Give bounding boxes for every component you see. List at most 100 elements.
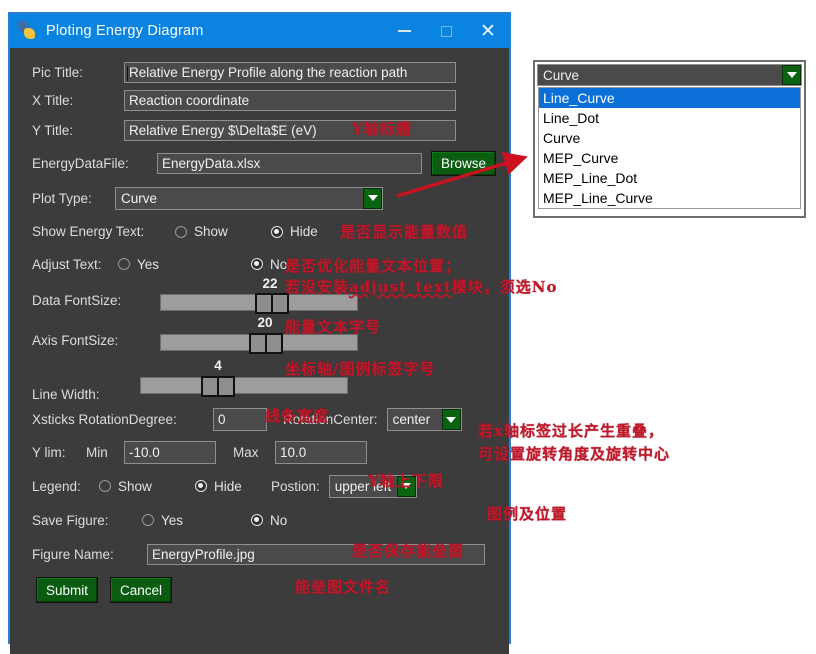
row-save-figure: Save Figure: Yes No <box>10 503 509 537</box>
rotation-center-value: center <box>393 412 431 427</box>
annotation-rotation-1: 若x轴标签过长产生重叠， <box>478 420 664 441</box>
dropdown-selected-field[interactable]: Curve <box>537 64 802 86</box>
window-controls: ✕ <box>383 14 509 48</box>
dropdown-option-mep-line-dot[interactable]: MEP_Line_Dot <box>539 168 800 188</box>
radio-label: Show <box>194 224 228 239</box>
submit-button[interactable]: Submit <box>36 577 98 603</box>
row-axis-fontsize: Axis FontSize: 20 <box>10 320 509 361</box>
dropdown-option-mep-line-curve[interactable]: MEP_Line_Curve <box>539 188 800 208</box>
annotation-show-energy-text: 是否显示能量数值 <box>340 221 468 242</box>
row-xsticks-rotation: Xsticks RotationDegree: 0 RotationCenter… <box>10 403 509 436</box>
show-energy-text-radio-hide[interactable]: Hide <box>271 224 318 239</box>
dropdown-option-list[interactable]: Line_Curve Line_Dot Curve MEP_Curve MEP_… <box>538 87 801 209</box>
pointer-arrow-icon <box>395 150 535 200</box>
data-fontsize-label: Data FontSize: <box>32 293 154 308</box>
figure-name-label: Figure Name: <box>32 547 147 562</box>
data-fontsize-value: 22 <box>255 276 285 291</box>
radio-indicator <box>271 226 283 238</box>
line-width-slider[interactable] <box>140 377 348 394</box>
settings-form: Pic Title: Relative Energy Profile along… <box>10 48 509 654</box>
pic-title-label: Pic Title: <box>32 65 124 80</box>
xsticks-rotation-input[interactable]: 0 <box>213 408 267 431</box>
radio-indicator <box>251 514 263 526</box>
dropdown-option-line-dot[interactable]: Line_Dot <box>539 108 800 128</box>
legend-label: Legend: <box>32 479 99 494</box>
radio-label: Hide <box>214 479 242 494</box>
annotation-y-title: Y轴标题 <box>352 118 412 139</box>
axis-fontsize-value: 20 <box>250 315 280 330</box>
axis-fontsize-label: Axis FontSize: <box>32 333 154 348</box>
save-figure-label: Save Figure: <box>32 513 142 528</box>
adjust-text-radio-no[interactable]: No <box>251 257 287 272</box>
radio-indicator <box>99 480 111 492</box>
row-pic-title: Pic Title: Relative Energy Profile along… <box>10 58 509 86</box>
title-bar: Ploting Energy Diagram ✕ <box>10 14 509 48</box>
chevron-down-icon[interactable] <box>782 65 801 85</box>
annotation-data-fontsize: 能量文本字号 <box>285 316 381 337</box>
plot-type-combobox[interactable]: Curve <box>115 187 383 210</box>
pic-title-input[interactable]: Relative Energy Profile along the reacti… <box>124 62 456 83</box>
radio-label: Show <box>118 479 152 494</box>
y-lim-min-input[interactable]: -10.0 <box>124 441 216 464</box>
annotation-rotation-2: 可设置旋转角度及旋转中心 <box>478 443 670 464</box>
maximize-button[interactable] <box>425 14 467 48</box>
radio-label: Yes <box>137 257 159 272</box>
annotation-legend: 图例及位置 <box>487 503 567 524</box>
y-lim-label: Y lim: <box>32 445 86 460</box>
plot-type-dropdown-popup[interactable]: Curve Line_Curve Line_Dot Curve MEP_Curv… <box>533 60 806 218</box>
y-lim-max-input[interactable]: 10.0 <box>275 441 367 464</box>
x-title-input[interactable]: Reaction coordinate <box>124 90 456 111</box>
rotation-center-combobox[interactable]: center <box>387 408 462 431</box>
adjust-text-label: Adjust Text: <box>32 257 118 272</box>
cancel-button[interactable]: Cancel <box>110 577 172 603</box>
annotation-line-width: 线条宽度 <box>265 405 329 426</box>
close-button[interactable]: ✕ <box>467 14 509 48</box>
dropdown-option-mep-curve[interactable]: MEP_Curve <box>539 148 800 168</box>
adjust-text-radio-yes[interactable]: Yes <box>118 257 251 272</box>
dropdown-option-line-curve[interactable]: Line_Curve <box>539 88 800 108</box>
energy-data-file-input[interactable]: EnergyData.xlsx <box>157 153 422 174</box>
radio-indicator <box>118 258 130 270</box>
y-lim-max-label: Max <box>233 445 275 460</box>
annotation-adjust-text-2b: adjust_text <box>349 278 452 296</box>
radio-indicator <box>195 480 207 492</box>
show-energy-text-radio-show[interactable]: Show <box>175 224 271 239</box>
radio-label: Yes <box>161 513 183 528</box>
radio-indicator <box>251 258 263 270</box>
dropdown-option-curve[interactable]: Curve <box>539 128 800 148</box>
dropdown-selected-value: Curve <box>543 68 579 83</box>
row-y-title: Y Title: Relative Energy $\Delta$E (eV) <box>10 115 509 145</box>
save-figure-radio-no[interactable]: No <box>251 513 287 528</box>
row-action-buttons: Submit Cancel <box>10 572 509 608</box>
y-lim-min-label: Min <box>86 445 124 460</box>
radio-label: No <box>270 513 287 528</box>
line-width-slider-thumb[interactable] <box>201 376 235 397</box>
save-figure-radio-yes[interactable]: Yes <box>142 513 251 528</box>
annotation-figure-name: 能垒图文件名 <box>295 576 391 597</box>
radio-indicator <box>142 514 154 526</box>
annotation-y-lim: Y轴上下限 <box>368 470 444 491</box>
x-title-label: X Title: <box>32 93 124 108</box>
minimize-button[interactable] <box>383 14 425 48</box>
data-fontsize-slider-thumb[interactable] <box>255 293 289 314</box>
radio-indicator <box>175 226 187 238</box>
xsticks-rotation-label: Xsticks RotationDegree: <box>32 412 213 427</box>
legend-position-label: Postion: <box>271 479 320 494</box>
radio-label: Hide <box>290 224 318 239</box>
legend-radio-show[interactable]: Show <box>99 479 195 494</box>
y-title-label: Y Title: <box>32 123 124 138</box>
annotation-save-figure: 是否保存能垒图 <box>352 540 464 561</box>
axis-fontsize-slider-thumb[interactable] <box>249 333 283 354</box>
legend-radio-hide[interactable]: Hide <box>195 479 271 494</box>
plot-type-value: Curve <box>121 191 157 206</box>
annotation-axis-fontsize: 坐标轴/图例标签字号 <box>285 358 435 379</box>
annotation-adjust-text-2a: 若没安装 <box>285 278 349 296</box>
row-y-lim: Y lim: Min -10.0 Max 10.0 <box>10 436 509 469</box>
chevron-down-icon[interactable] <box>442 409 461 430</box>
energy-data-file-label: EnergyDataFile: <box>32 156 157 171</box>
line-width-label: Line Width: <box>32 387 132 402</box>
show-energy-text-label: Show Energy Text: <box>32 224 175 239</box>
annotation-adjust-text-2c: 模块，须选No <box>452 278 558 296</box>
chevron-down-icon[interactable] <box>363 188 382 209</box>
annotation-adjust-text-2: 若没安装adjust_text模块，须选No <box>285 276 558 297</box>
